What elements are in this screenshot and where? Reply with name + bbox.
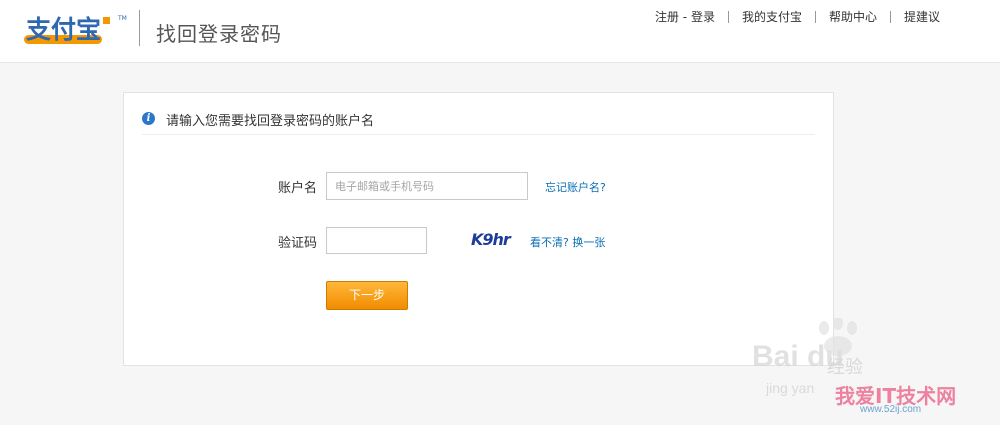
refresh-captcha-link[interactable]: 看不清? 换一张	[530, 234, 605, 250]
logo-divider	[139, 10, 140, 46]
captcha-label: 验证码	[277, 236, 317, 251]
header: 支付宝 TM 找回登录密码 注册 - 登录 我的支付宝 帮助中心 提建议	[0, 0, 1000, 63]
account-label: 账户名	[277, 181, 317, 196]
account-input[interactable]	[326, 172, 528, 200]
watermark-jingyan: 经验	[827, 357, 863, 378]
forgot-account-link[interactable]: 忘记账户名?	[545, 179, 606, 195]
recovery-panel: i 请输入您需要找回登录密码的账户名 账户名 忘记账户名? 验证码 K9hr 看…	[123, 92, 834, 366]
watermark: Bai du 经验 jing yan 我爱IT技术网 www.52ij.com	[740, 318, 1000, 425]
notice-bar: i 请输入您需要找回登录密码的账户名	[142, 109, 815, 135]
top-nav: 注册 - 登录 我的支付宝 帮助中心 提建议	[642, 10, 940, 24]
watermark-site-url: www.52ij.com	[860, 404, 922, 415]
alipay-logo[interactable]: 支付宝 TM	[22, 8, 134, 50]
page-title: 找回登录密码	[156, 22, 282, 46]
info-icon: i	[142, 112, 155, 125]
svg-text:K9hr: K9hr	[471, 230, 512, 249]
nav-feedback[interactable]: 提建议	[891, 10, 940, 24]
next-step-button[interactable]: 下一步	[326, 281, 408, 310]
svg-text:支付宝: 支付宝	[26, 15, 101, 44]
nav-register-login[interactable]: 注册 - 登录	[642, 10, 728, 24]
captcha-image[interactable]: K9hr	[470, 228, 516, 250]
watermark-pinyin: jing yan	[766, 380, 815, 396]
svg-text:TM: TM	[117, 15, 127, 22]
nav-help-center[interactable]: 帮助中心	[816, 10, 890, 24]
notice-text: 请输入您需要找回登录密码的账户名	[166, 114, 375, 129]
nav-my-alipay[interactable]: 我的支付宝	[729, 10, 815, 24]
captcha-input[interactable]	[326, 227, 427, 254]
